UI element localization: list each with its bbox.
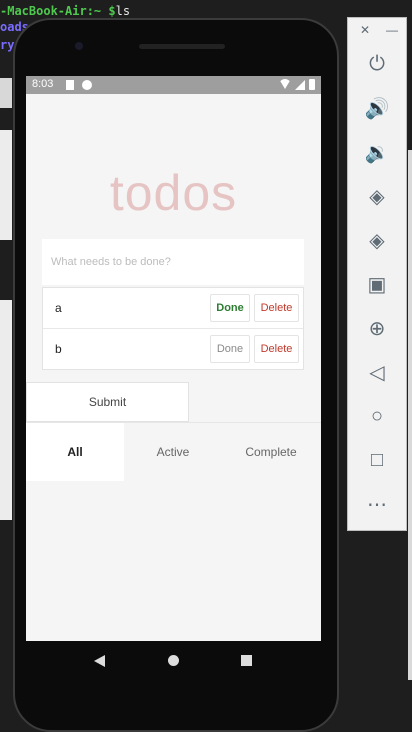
filter-tab-bar: All Active Complete [26,422,321,481]
rotate-right-icon[interactable]: ◈ [348,220,406,260]
home-icon[interactable] [168,655,179,666]
overview-icon[interactable] [241,655,252,666]
delete-button[interactable]: Delete [254,335,299,363]
earpiece-speaker [139,44,225,49]
android-nav-bar [26,641,321,681]
volume-up-icon[interactable]: 🔊 [348,88,406,128]
terminal-fragment [0,78,12,108]
todo-text: b [55,342,62,356]
power-icon[interactable]: ⏻ [348,44,406,84]
todo-text: a [55,301,62,315]
emulator-toolbar: ✕ — ⏻ 🔊 🔉 ◈ ◈ ▣ ⊕ ◁ ○ □ ⋯ [347,17,407,531]
submit-button[interactable]: Submit [26,382,189,422]
volume-down-icon[interactable]: 🔉 [348,132,406,172]
front-camera [75,42,83,50]
delete-button[interactable]: Delete [254,294,299,322]
overview-icon[interactable]: □ [348,440,406,480]
phone-screen: 8:03 todos a Done Delete b Done Delete S… [26,76,321,641]
todo-list: a Done Delete b Done Delete [42,287,304,370]
todo-item: a Done Delete [43,288,303,329]
tab-all[interactable]: All [26,423,124,481]
notification-icon [82,80,92,90]
todo-item: b Done Delete [43,329,303,369]
close-icon[interactable]: ✕ [360,23,370,37]
back-icon[interactable] [94,655,105,667]
terminal-fragment [0,130,12,240]
tab-active[interactable]: Active [124,423,222,481]
tab-complete[interactable]: Complete [222,423,320,481]
zoom-icon[interactable]: ⊕ [348,308,406,348]
battery-icon [309,79,315,90]
sd-card-icon [66,80,74,90]
rotate-left-icon[interactable]: ◈ [348,176,406,216]
more-icon[interactable]: ⋯ [348,484,406,524]
terminal-prompt: -MacBook-Air:~ $ [0,4,116,18]
status-bar: 8:03 [26,76,321,94]
new-todo-input[interactable] [42,239,304,285]
terminal-command: ls [115,4,131,18]
wifi-icon [279,79,291,89]
signal-icon [295,80,305,90]
terminal-line-3: ry [0,38,15,52]
terminal-line-1: -MacBook-Air:~ $ls [0,4,130,18]
done-button[interactable]: Done [210,294,250,322]
window-edge [408,150,412,680]
camera-icon[interactable]: ▣ [348,264,406,304]
terminal-fragment [0,300,12,520]
back-icon[interactable]: ◁ [348,352,406,392]
minimize-icon[interactable]: — [386,23,398,37]
app-title: todos [109,165,238,221]
status-time: 8:03 [32,78,54,90]
home-icon[interactable]: ○ [348,396,406,436]
done-button[interactable]: Done [210,335,250,363]
